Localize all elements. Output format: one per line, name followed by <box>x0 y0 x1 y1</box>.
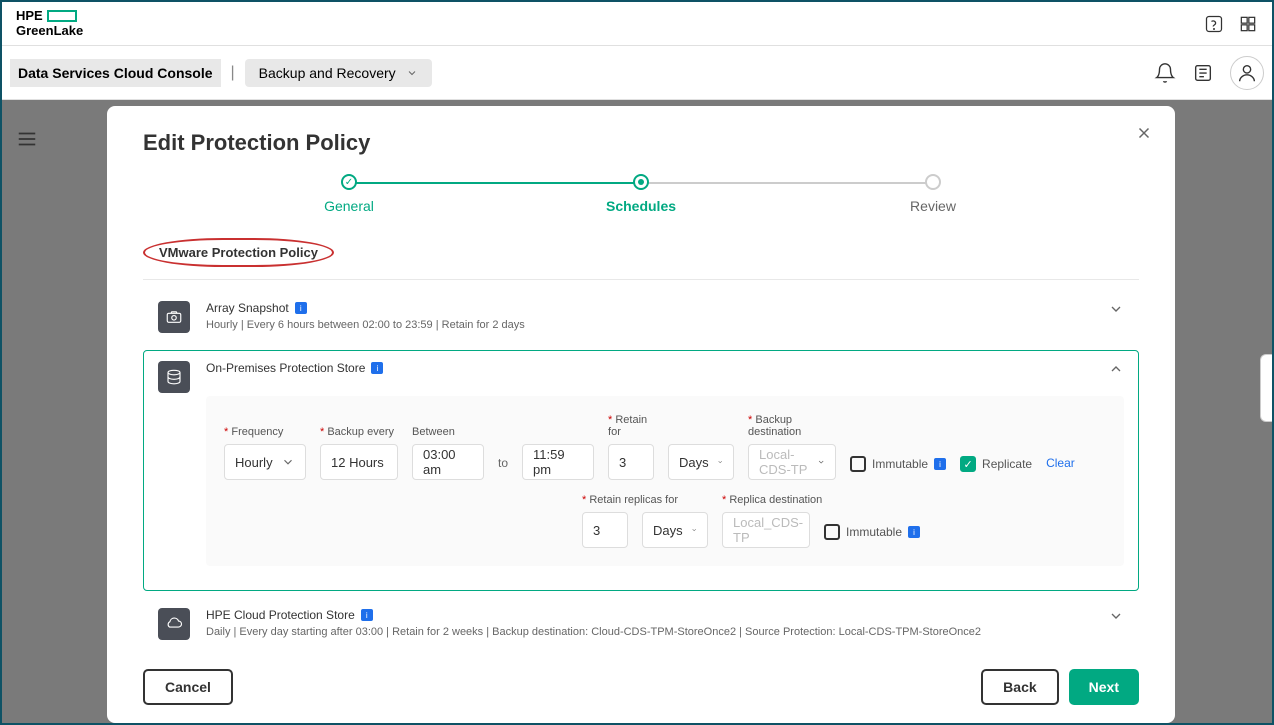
info-icon[interactable]: i <box>295 302 307 314</box>
cloud-icon <box>158 608 190 640</box>
info-icon[interactable]: i <box>908 526 920 538</box>
retain-replicas-value[interactable]: 3 <box>582 512 628 548</box>
frequency-select[interactable]: Hourly <box>224 444 306 480</box>
news-icon[interactable] <box>1192 62 1214 84</box>
policy-name-highlight: VMware Protection Policy <box>143 238 1139 267</box>
cancel-button[interactable]: Cancel <box>143 669 233 705</box>
dot-icon <box>633 174 649 190</box>
immutable-checkbox[interactable] <box>850 456 866 472</box>
menu-toggle[interactable] <box>16 128 38 155</box>
step-schedules[interactable]: Schedules <box>495 174 787 214</box>
back-button[interactable]: Back <box>981 669 1058 705</box>
snapshot-icon <box>158 301 190 333</box>
backup-dest-select[interactable]: Local-CDS-TP <box>748 444 836 480</box>
info-icon[interactable]: i <box>361 609 373 621</box>
close-icon <box>1135 124 1153 142</box>
label-to: to <box>498 456 508 480</box>
wizard-stepper: General Schedules Review <box>203 174 1079 214</box>
sub-header: Data Services Cloud Console | Backup and… <box>2 46 1272 100</box>
array-desc: Hourly | Every 6 hours between 02:00 to … <box>206 319 525 331</box>
chevron-down-icon <box>406 67 418 79</box>
retain-for-unit[interactable]: Days <box>668 444 734 480</box>
modal-title: Edit Protection Policy <box>143 130 1139 156</box>
label-backup-dest: Backup destination <box>748 414 836 438</box>
next-button[interactable]: Next <box>1069 669 1139 705</box>
service-dropdown[interactable]: Backup and Recovery <box>245 59 432 87</box>
close-button[interactable] <box>1135 124 1153 147</box>
chevron-down-icon <box>817 455 825 469</box>
cloud-desc: Daily | Every day starting after 03:00 |… <box>206 626 981 638</box>
console-title: Data Services Cloud Console <box>10 59 221 87</box>
feedback-tab[interactable] <box>1260 354 1272 422</box>
label-backup-every: Backup every <box>320 426 398 438</box>
header-actions <box>1204 14 1258 34</box>
chevron-up-icon <box>1108 361 1124 377</box>
storage-icon <box>158 361 190 393</box>
between-start-input[interactable]: 03:00 am <box>412 444 484 480</box>
onprem-title: On-Premises Protection Storei <box>206 361 383 375</box>
collapse-onprem[interactable] <box>1108 361 1124 382</box>
replicate-check-group: ✓ Replicate <box>960 456 1032 480</box>
expand-cloud[interactable] <box>1108 608 1124 629</box>
expand-array[interactable] <box>1108 301 1124 322</box>
label-between: Between <box>412 426 484 438</box>
policy-name: VMware Protection Policy <box>143 238 334 267</box>
chevron-down-icon <box>717 455 723 469</box>
section-array-snapshot: Array Snapshoti Hourly | Every 6 hours b… <box>143 290 1139 344</box>
retain-replicas-unit[interactable]: Days <box>642 512 708 548</box>
step-review[interactable]: Review <box>787 174 1079 214</box>
label-retain-for: Retain for <box>608 414 654 438</box>
info-icon[interactable]: i <box>371 362 383 374</box>
chevron-down-icon <box>691 523 697 537</box>
apps-icon[interactable] <box>1238 14 1258 34</box>
label-retain-replicas: Retain replicas for <box>582 494 628 506</box>
bell-icon[interactable] <box>1154 62 1176 84</box>
global-header: HPE GreenLake <box>2 2 1272 46</box>
label-replica-dest: Replica destination <box>722 494 810 506</box>
backup-every-input[interactable]: 12 Hours <box>320 444 398 480</box>
clear-link[interactable]: Clear <box>1046 456 1075 480</box>
check-icon <box>341 174 357 190</box>
retain-for-value[interactable]: 3 <box>608 444 654 480</box>
section-cloud: HPE Cloud Protection Storei Daily | Ever… <box>143 597 1139 651</box>
between-end-input[interactable]: 11:59 pm <box>522 444 594 480</box>
step-general[interactable]: General <box>203 174 495 214</box>
user-icon <box>1236 62 1258 84</box>
edit-policy-modal: Edit Protection Policy General Schedules… <box>107 106 1175 723</box>
label-frequency: Frequency <box>224 426 306 438</box>
modal-footer: Cancel Back Next <box>143 669 1139 705</box>
page-body: Edit Protection Policy General Schedules… <box>2 100 1272 723</box>
hpe-logo: HPE GreenLake <box>16 9 83 38</box>
chevron-down-icon <box>281 455 295 469</box>
user-menu[interactable] <box>1230 56 1264 90</box>
hamburger-icon <box>16 128 38 150</box>
immutable-replica-checkbox[interactable] <box>824 524 840 540</box>
section-onprem: On-Premises Protection Storei Frequency … <box>143 350 1139 591</box>
info-icon[interactable]: i <box>934 458 946 470</box>
chevron-down-icon <box>1108 301 1124 317</box>
immutable-check-group: Immutable i <box>850 456 946 480</box>
replica-dest-select[interactable]: Local_CDS-TP <box>722 512 810 548</box>
array-title: Array Snapshoti <box>206 301 525 315</box>
cloud-title: HPE Cloud Protection Storei <box>206 608 981 622</box>
help-icon[interactable] <box>1204 14 1224 34</box>
replicate-checkbox[interactable]: ✓ <box>960 456 976 472</box>
immutable-replica-group: Immutable i <box>824 524 920 548</box>
onprem-form: Frequency Hourly Backup every 12 Hours B… <box>206 396 1124 566</box>
chevron-down-icon <box>1108 608 1124 624</box>
